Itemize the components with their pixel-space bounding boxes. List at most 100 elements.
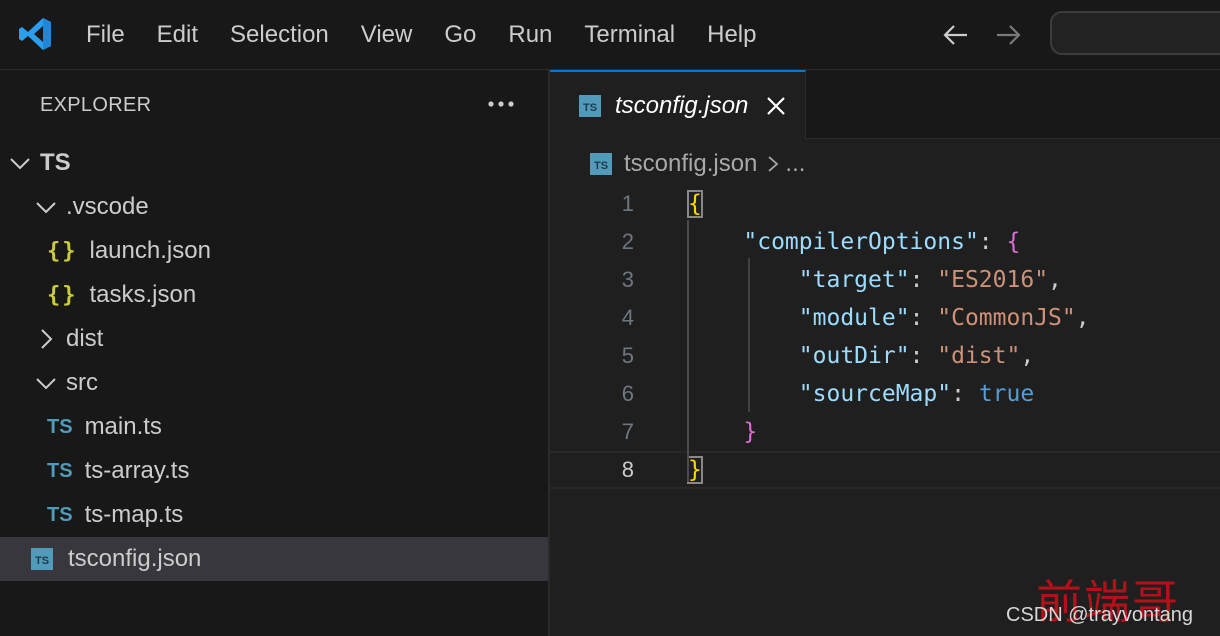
json-file-icon: {} <box>47 282 78 308</box>
tsconfig-file-icon: TS <box>590 153 612 175</box>
json-punctuation: : <box>909 343 938 369</box>
json-key: "outDir" <box>798 343 910 369</box>
tree-item-label: dist <box>66 325 104 352</box>
json-string: "dist" <box>937 343 1021 369</box>
menu-file[interactable]: File <box>70 0 141 69</box>
tree-item-label: ts-array.ts <box>84 457 190 484</box>
ellipsis-icon[interactable] <box>486 96 518 112</box>
tree-item-ts-map-ts[interactable]: TS ts-map.ts <box>0 493 548 537</box>
indent-guide <box>687 220 689 482</box>
tsconfig-file-icon: TS <box>579 94 601 117</box>
tsconfig-file-icon: TS <box>31 548 53 570</box>
json-boolean: true <box>978 381 1035 407</box>
tab-tsconfig-json[interactable]: TS tsconfig.json <box>550 70 806 139</box>
explorer-title: EXPLORER <box>40 94 152 116</box>
json-punctuation <box>688 343 799 369</box>
breadcrumb-symbols[interactable]: ... <box>785 150 805 178</box>
json-punctuation <box>688 229 743 255</box>
json-punctuation: , <box>1020 343 1035 369</box>
code-line[interactable]: 6 "sourceMap": true <box>550 375 1220 413</box>
code-line[interactable]: 2 "compilerOptions": { <box>550 223 1220 261</box>
tree-item-src-folder[interactable]: src <box>0 361 548 405</box>
tree-item-tsconfig-json[interactable]: TS tsconfig.json <box>0 537 548 581</box>
tree-item-label: .vscode <box>66 193 149 220</box>
json-punctuation <box>688 267 799 293</box>
vscode-logo-icon <box>19 18 51 50</box>
code-text: { <box>687 185 703 223</box>
code-text: "compilerOptions": { <box>688 223 1020 261</box>
tree-item-label: ts-map.ts <box>84 501 184 528</box>
line-number: 3 <box>621 267 634 292</box>
line-number: 6 <box>621 381 634 406</box>
json-punctuation <box>688 419 743 445</box>
indent-guide <box>748 258 750 412</box>
code-line[interactable]: 8} <box>550 451 1220 489</box>
json-key: "sourceMap" <box>798 381 952 407</box>
menu-bar: File Edit Selection View Go Run Terminal… <box>70 0 772 69</box>
code-text: "outDir": "dist", <box>688 337 1034 375</box>
arrow-right-icon[interactable] <box>993 20 1023 50</box>
json-key: "compilerOptions" <box>743 229 979 255</box>
line-number: 7 <box>621 419 634 444</box>
json-punctuation: , <box>1075 305 1090 331</box>
code-text: "sourceMap": true <box>688 375 1034 413</box>
tree-item-label: main.ts <box>84 413 162 440</box>
tree-item-tasks-json[interactable]: {} tasks.json <box>0 273 548 317</box>
json-file-icon: {} <box>47 238 78 264</box>
tree-item-launch-json[interactable]: {} launch.json <box>0 229 548 273</box>
menu-view[interactable]: View <box>345 0 429 69</box>
menu-selection[interactable]: Selection <box>214 0 345 69</box>
close-icon[interactable] <box>764 94 788 118</box>
code-line[interactable]: 1{ <box>550 185 1220 223</box>
tree-item-vscode-folder[interactable]: .vscode <box>0 185 548 229</box>
code-line[interactable]: 5 "outDir": "dist", <box>550 337 1220 375</box>
json-punctuation <box>688 381 799 407</box>
code-text: } <box>688 413 757 451</box>
json-punctuation: , <box>1048 267 1062 293</box>
breadcrumb: TS tsconfig.json ... <box>590 149 805 179</box>
code-text: } <box>687 453 703 487</box>
json-punctuation: : <box>909 305 938 331</box>
tree-item-label: TS <box>40 149 71 176</box>
chevron-down-icon <box>36 378 56 390</box>
menu-terminal[interactable]: Terminal <box>568 0 691 69</box>
tree-item-ts-root[interactable]: TS <box>0 141 548 185</box>
json-punctuation <box>688 305 799 331</box>
breadcrumb-file[interactable]: tsconfig.json <box>624 150 757 178</box>
chevron-down-icon <box>10 158 30 170</box>
json-punctuation: : <box>951 381 979 407</box>
tree-item-label: tsconfig.json <box>68 545 202 572</box>
line-number: 1 <box>621 191 634 216</box>
code-text: "target": "ES2016", <box>688 261 1062 299</box>
menu-edit[interactable]: Edit <box>141 0 214 69</box>
code-line[interactable]: 7 } <box>550 413 1220 451</box>
tree-item-label: tasks.json <box>89 281 197 308</box>
json-punctuation: : <box>978 229 1007 255</box>
tree-item-dist-folder[interactable]: dist <box>0 317 548 361</box>
code-line[interactable]: 4 "module": "CommonJS", <box>550 299 1220 337</box>
chevron-right-icon <box>768 156 779 172</box>
line-number: 5 <box>621 343 634 368</box>
tab-bar: TS tsconfig.json <box>550 70 1220 139</box>
json-punctuation: : <box>909 267 938 293</box>
json-key: "module" <box>798 305 910 331</box>
json-brace: } <box>743 419 758 445</box>
tree-item-ts-array-ts[interactable]: TS ts-array.ts <box>0 449 548 493</box>
menu-go[interactable]: Go <box>428 0 492 69</box>
line-number: 8 <box>621 457 634 482</box>
tree-item-main-ts[interactable]: TS main.ts <box>0 405 548 449</box>
json-key: "target" <box>798 267 910 293</box>
json-brace: { <box>687 190 703 218</box>
chevron-right-icon <box>41 329 53 349</box>
menu-run[interactable]: Run <box>492 0 568 69</box>
command-center-search[interactable] <box>1050 11 1220 55</box>
typescript-file-icon: TS <box>47 459 73 482</box>
json-string: "ES2016" <box>937 267 1049 293</box>
arrow-left-icon[interactable] <box>941 20 971 50</box>
explorer-sidebar: EXPLORER TS .vscode {} launch.json {} ta… <box>0 70 550 636</box>
json-brace: { <box>1006 229 1021 255</box>
typescript-file-icon: TS <box>47 415 73 438</box>
watermark-text: CSDN @trayvontang <box>1006 604 1194 626</box>
code-line[interactable]: 3 "target": "ES2016", <box>550 261 1220 299</box>
menu-help[interactable]: Help <box>691 0 772 69</box>
